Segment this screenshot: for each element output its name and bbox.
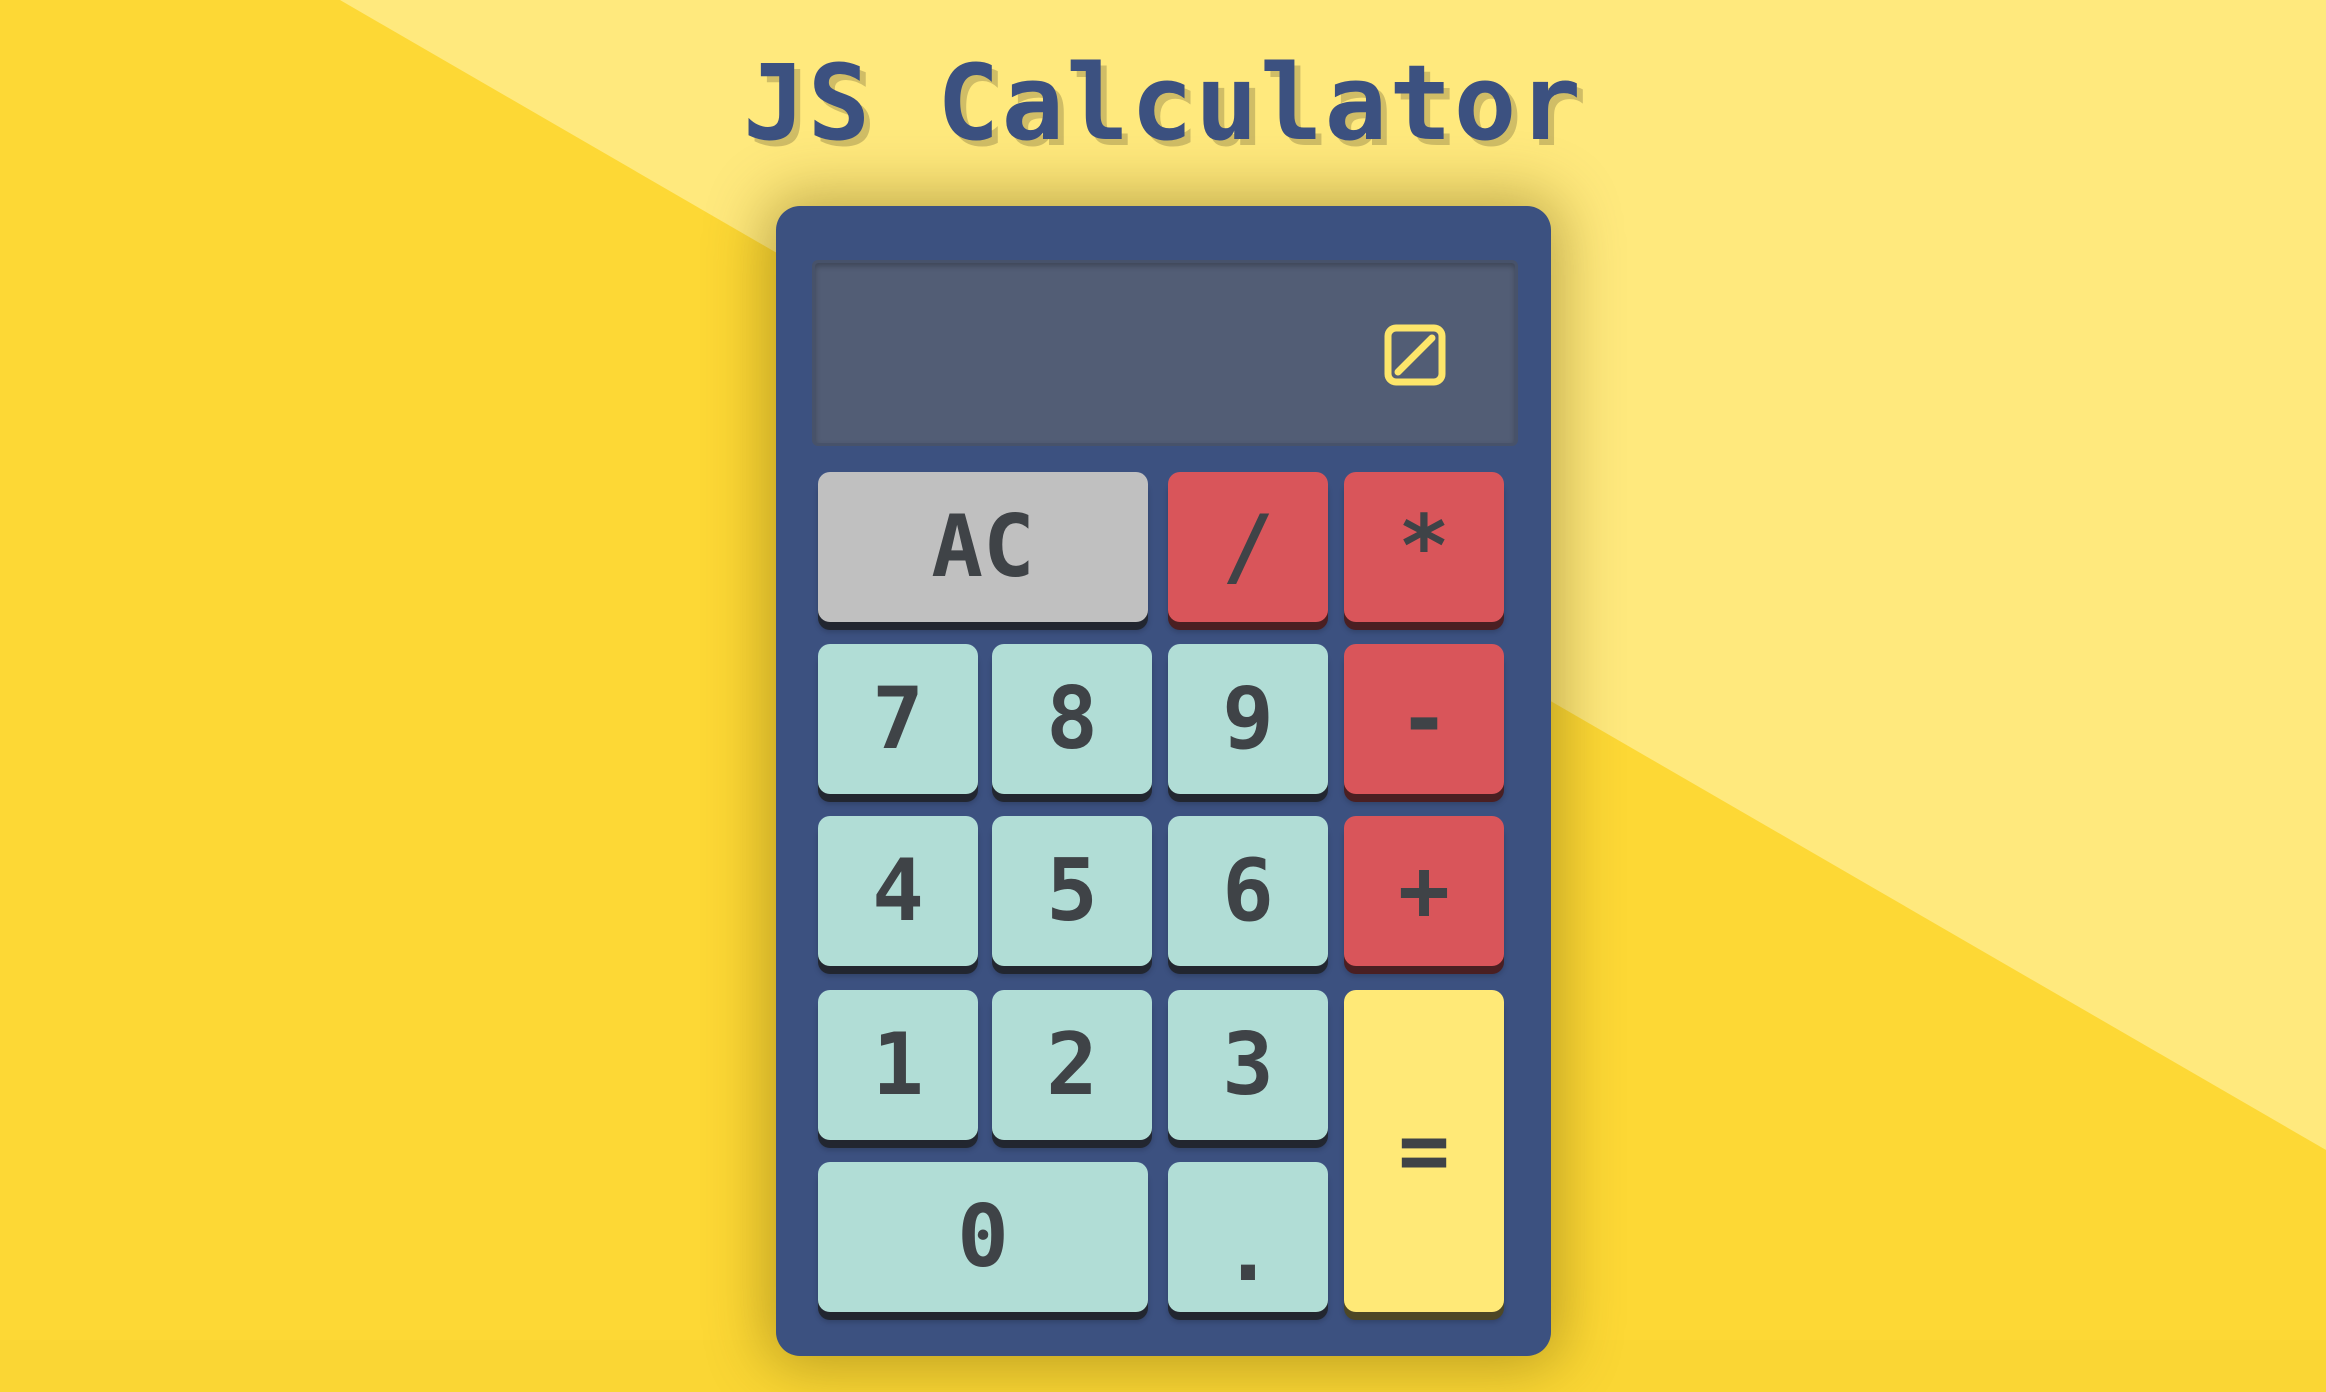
two-button[interactable]: 2 (992, 990, 1152, 1140)
clear-button-label: AC (931, 497, 1035, 597)
four-button-label: 4 (872, 841, 924, 941)
clear-button[interactable]: AC (818, 472, 1148, 622)
equals-button[interactable]: = (1344, 990, 1504, 1312)
add-button[interactable]: + (1344, 816, 1504, 966)
calculator: AC / * 7 8 9 - 4 5 6 + 1 2 3 = 0 . (776, 206, 1551, 1356)
divide-button-label: / (1222, 497, 1274, 597)
one-button-label: 1 (872, 1015, 924, 1115)
three-button-label: 3 (1222, 1015, 1274, 1115)
equals-button-label: = (1398, 1101, 1450, 1201)
two-button-label: 2 (1046, 1015, 1098, 1115)
one-button[interactable]: 1 (818, 990, 978, 1140)
nine-button-label: 9 (1222, 669, 1274, 769)
three-button[interactable]: 3 (1168, 990, 1328, 1140)
subtract-button-label: - (1398, 669, 1450, 769)
eight-button[interactable]: 8 (992, 644, 1152, 794)
eight-button-label: 8 (1046, 669, 1098, 769)
theme-toggle-icon[interactable] (1383, 323, 1447, 387)
seven-button-label: 7 (872, 669, 924, 769)
six-button-label: 6 (1222, 841, 1274, 941)
add-button-label: + (1398, 841, 1450, 941)
decimal-button-label: . (1222, 1201, 1274, 1301)
four-button[interactable]: 4 (818, 816, 978, 966)
divide-button[interactable]: / (1168, 472, 1328, 622)
multiply-button-label: * (1398, 497, 1450, 597)
six-button[interactable]: 6 (1168, 816, 1328, 966)
seven-button[interactable]: 7 (818, 644, 978, 794)
page-title: JS Calculator (743, 42, 1583, 164)
zero-button-label: 0 (957, 1187, 1009, 1287)
nine-button[interactable]: 9 (1168, 644, 1328, 794)
multiply-button[interactable]: * (1344, 472, 1504, 622)
subtract-button[interactable]: - (1344, 644, 1504, 794)
decimal-button[interactable]: . (1168, 1162, 1328, 1312)
calculator-display (812, 260, 1518, 446)
five-button-label: 5 (1046, 841, 1098, 941)
five-button[interactable]: 5 (992, 816, 1152, 966)
zero-button[interactable]: 0 (818, 1162, 1148, 1312)
